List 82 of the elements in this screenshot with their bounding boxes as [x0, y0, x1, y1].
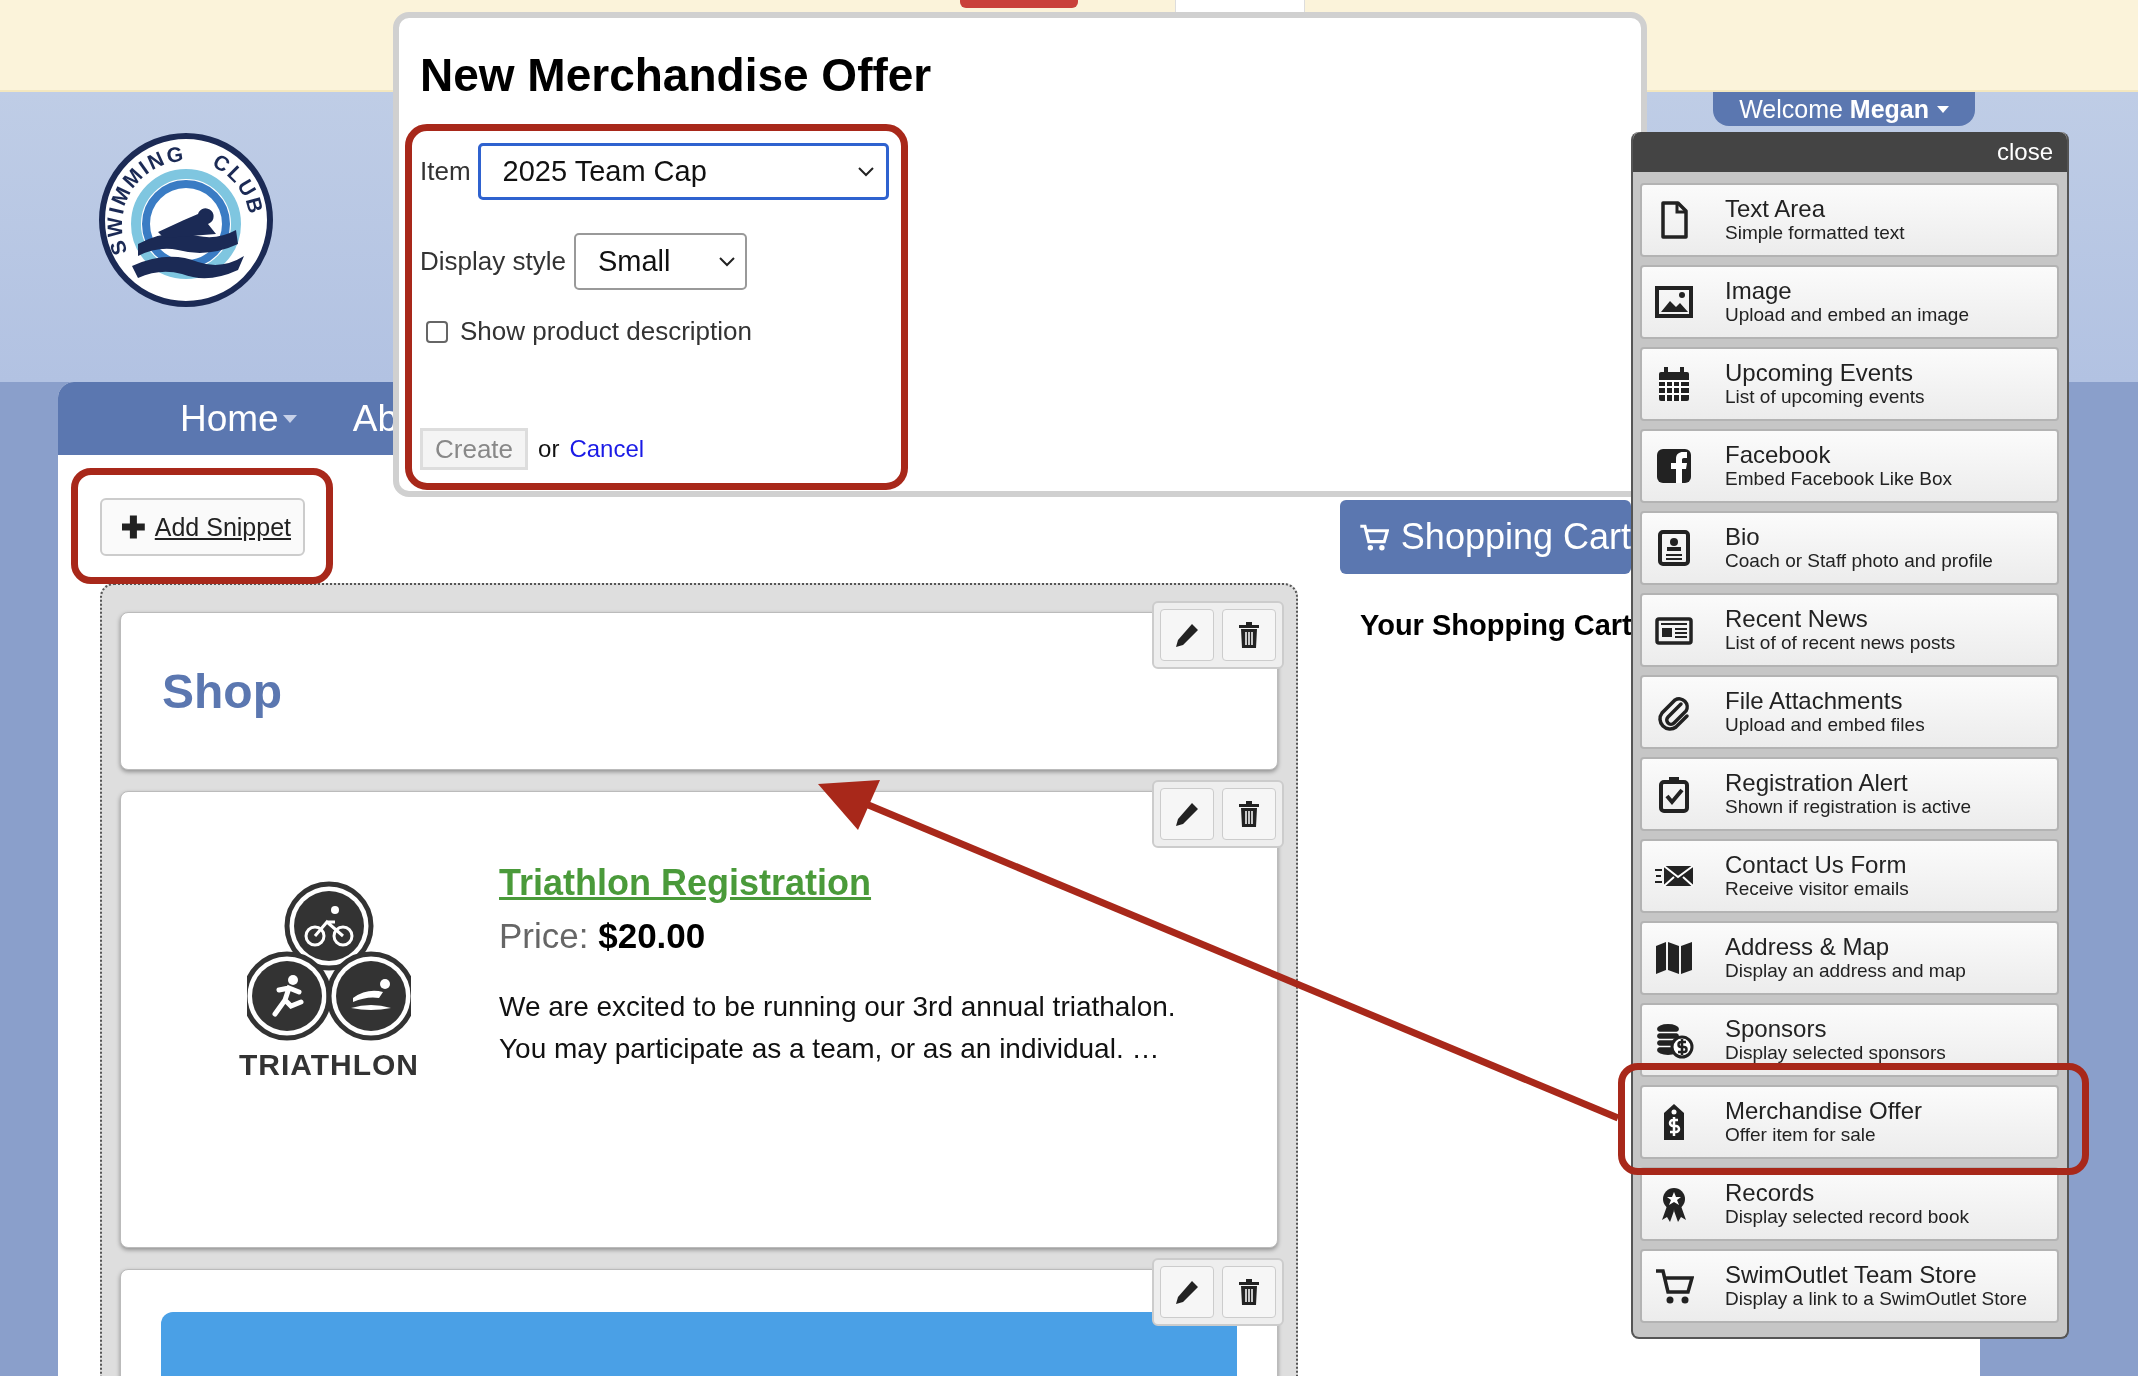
edit-button[interactable] — [1160, 788, 1214, 840]
checkbox-label: Show product description — [460, 316, 752, 347]
option-subtitle: List of of recent news posts — [1725, 632, 1956, 654]
snippet-option[interactable]: Contact Us Form Receive visitor emails — [1640, 839, 2059, 913]
option-title: Merchandise Offer — [1725, 1098, 1922, 1124]
checkbox[interactable] — [426, 320, 448, 343]
snippet-option[interactable]: Text Area Simple formatted text — [1640, 183, 2059, 257]
logo-caption: TRIATHLON — [238, 1048, 420, 1082]
option-subtitle: List of upcoming events — [1725, 386, 1925, 408]
delete-button[interactable] — [1222, 788, 1276, 840]
snippet-option[interactable]: SwimOutlet Team Store Display a link to a SwimOutlet Store — [1640, 1249, 2059, 1323]
option-subtitle: Shown if registration is active — [1725, 796, 1972, 818]
dialog-title: New Merchandise Offer — [420, 49, 933, 101]
option-title: Records — [1725, 1180, 1816, 1206]
cancel-link[interactable]: Cancel — [569, 435, 645, 463]
f-square-icon — [1654, 446, 1694, 486]
snippet-option[interactable]: Registration Alert Shown if registration is active — [1640, 757, 2059, 831]
option-title: Facebook — [1725, 442, 1832, 468]
option-subtitle: Display selected sponsors — [1725, 1042, 1946, 1064]
option-subtitle: Display selected record book — [1725, 1206, 1969, 1228]
snippet-option[interactable]: File Attachments Upload and embed files — [1640, 675, 2059, 749]
trash-icon — [1238, 800, 1260, 828]
shopping-cart-tab[interactable]: Shopping Cart — [1340, 500, 1631, 574]
description-text: We are excited to be running our 3rd annual triathalon. — [499, 990, 1176, 1024]
trash-icon — [1238, 621, 1260, 649]
option-subtitle: Upload and embed an image — [1725, 304, 1969, 326]
option-title: File Attachments — [1725, 688, 1904, 714]
option-title: Contact Us Form — [1725, 852, 1908, 878]
option-title: Registration Alert — [1725, 770, 1909, 796]
field-label: Item — [420, 156, 471, 187]
option-title: Sponsors — [1725, 1016, 1828, 1042]
pencil-icon — [1174, 622, 1200, 648]
price-value: $20.00 — [598, 916, 706, 955]
product-link[interactable]: Triathlon Registration — [499, 862, 1176, 904]
nav-item[interactable]: Home — [180, 382, 297, 455]
description-text: You may participate as a team, or as an individual. … — [499, 1032, 1161, 1066]
pencil-icon — [1174, 801, 1200, 827]
snippet-option[interactable]: Upcoming Events List of upcoming events — [1640, 347, 2059, 421]
chevron-icon — [857, 166, 874, 177]
cart-icon — [1654, 1266, 1694, 1306]
or-text: or — [538, 435, 560, 463]
delete-button[interactable] — [1222, 1266, 1276, 1318]
field-label: Display style — [420, 246, 566, 277]
option-title: Bio — [1725, 524, 1761, 550]
snippet-option[interactable]: Address & Map Display an address and map — [1640, 921, 2059, 995]
snippet-option[interactable]: Recent News List of of recent news posts — [1640, 593, 2059, 667]
option-subtitle: Display an address and map — [1725, 960, 1966, 982]
option-title: Upcoming Events — [1725, 360, 1915, 386]
option-title: Image — [1725, 278, 1793, 304]
option-subtitle: Embed Facebook Like Box — [1725, 468, 1953, 490]
edit-button[interactable] — [1160, 1266, 1214, 1318]
option-subtitle: Coach or Staff photo and profile — [1725, 550, 1993, 572]
caret-icon — [1937, 105, 1949, 113]
delete-button[interactable] — [1222, 609, 1276, 661]
section-heading: Shop — [162, 663, 282, 719]
cart-heading: Your Shopping Cart — [1359, 609, 1632, 642]
option-title: Address & Map — [1725, 934, 1891, 960]
snippet-option[interactable]: Records Display selected record book — [1640, 1167, 2059, 1241]
option-title: SwimOutlet Team Store — [1725, 1262, 1978, 1288]
edit-button[interactable] — [1160, 609, 1214, 661]
pencil-icon — [1174, 1279, 1200, 1305]
add-snippet-button[interactable]: Add Snippet — [100, 498, 305, 556]
style-select[interactable]: Small — [573, 233, 747, 290]
item-select[interactable]: 2025 Team Cap — [477, 143, 889, 200]
snippet-option[interactable]: Merchandise Offer Offer item for sale — [1640, 1085, 2059, 1159]
option-subtitle: Receive visitor emails — [1725, 878, 1909, 900]
caret-icon — [282, 414, 297, 423]
trash-icon — [1238, 1278, 1260, 1306]
option-subtitle: Offer item for sale — [1725, 1124, 1877, 1146]
option-subtitle: Display a link to a SwimOutlet Store — [1725, 1288, 2027, 1310]
welcome-menu[interactable]: Welcome Megan — [1713, 92, 1975, 126]
close-link[interactable]: close — [1996, 138, 2053, 166]
snippet-option[interactable]: Facebook Embed Facebook Like Box — [1640, 429, 2059, 503]
plus-icon — [122, 514, 145, 540]
snippet-option[interactable]: Image Upload and embed an image — [1640, 265, 2059, 339]
snippet-option[interactable]: Bio Coach or Staff photo and profile — [1640, 511, 2059, 585]
option-subtitle: Upload and embed files — [1725, 714, 1925, 736]
option-title: Recent News — [1725, 606, 1869, 632]
option-subtitle: Simple formatted text — [1725, 222, 1905, 244]
chevron-icon — [718, 256, 735, 267]
option-title: Text Area — [1725, 196, 1827, 222]
price-label: Price: — [499, 916, 589, 955]
